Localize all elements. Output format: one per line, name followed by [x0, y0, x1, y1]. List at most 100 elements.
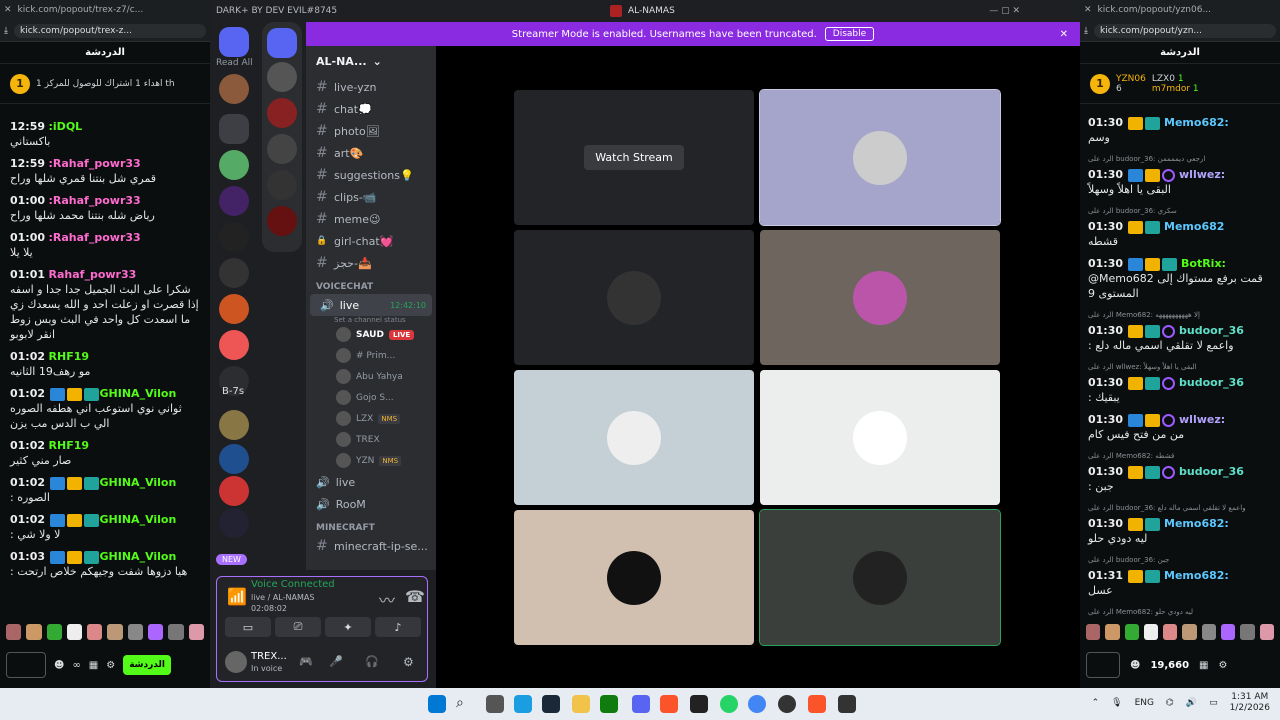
voice-user[interactable]: Abu Yahya — [306, 366, 436, 387]
settings-icon[interactable]: ⚙ — [1218, 660, 1227, 671]
app-icon[interactable] — [690, 695, 708, 713]
voice-user[interactable]: LZX NMS — [306, 408, 436, 429]
noise-suppression-icon[interactable]: 〰 — [379, 587, 395, 611]
app-icon[interactable] — [778, 695, 796, 713]
minecraft-category[interactable]: MINECRAFT — [306, 515, 436, 535]
message-user[interactable]: Rahaf_powr33 — [49, 268, 137, 281]
message-user[interactable]: GHINA_Vilon — [100, 550, 177, 563]
message-user[interactable]: :Rahaf_powr33 — [49, 231, 141, 244]
task-view-icon[interactable] — [486, 695, 504, 713]
screen-share-button[interactable]: ⎚ — [275, 617, 321, 637]
clock[interactable]: 1:31 AM 1/2/2026 — [1230, 692, 1270, 714]
voice-user[interactable]: # Prim... — [306, 345, 436, 366]
message-user[interactable]: :iDQL — [49, 120, 83, 133]
message-user[interactable]: GHINA_Vilon — [100, 476, 177, 489]
participant-tile[interactable] — [760, 370, 1000, 505]
message-user[interactable]: wllwez: — [1179, 168, 1225, 181]
xbox-icon[interactable] — [600, 695, 618, 713]
signal-icon[interactable]: 📶 — [227, 587, 247, 606]
server-avatar[interactable] — [267, 98, 297, 128]
reply-context[interactable]: الرد على Memo682: قشطه — [1088, 449, 1272, 464]
watch-stream-button[interactable]: Watch Stream — [584, 145, 684, 170]
camera-button[interactable]: ▭ — [225, 617, 271, 637]
mic-icon[interactable]: 🎙 — [1111, 698, 1122, 708]
message-user[interactable]: Memo682 — [1164, 220, 1224, 233]
channel-item[interactable]: # live-yzn — [306, 76, 436, 98]
emote-icon[interactable] — [6, 624, 22, 640]
message-user[interactable]: BotRix: — [1181, 257, 1226, 270]
start-icon[interactable] — [428, 695, 446, 713]
whatsapp-icon[interactable] — [720, 695, 738, 713]
brave-icon[interactable] — [660, 695, 678, 713]
server-avatar[interactable] — [267, 206, 297, 236]
message-user[interactable]: GHINA_Vilon — [100, 387, 177, 400]
emote-icon[interactable] — [87, 624, 103, 640]
emote-icon[interactable] — [1086, 624, 1101, 640]
server-avatar[interactable] — [219, 294, 249, 324]
server-header[interactable]: AL-NA... ⌄ — [306, 46, 436, 76]
disable-button[interactable]: Disable — [824, 27, 875, 41]
server-avatar[interactable] — [219, 222, 249, 252]
stream-tile[interactable]: Watch Stream — [514, 90, 754, 225]
channel-item[interactable]: # meme😉 — [306, 208, 436, 230]
chevron-up-icon[interactable]: ⌃ — [1092, 698, 1100, 708]
message-user[interactable]: RHF19 — [49, 350, 90, 363]
voice-location[interactable]: live / AL-NAMAS — [251, 593, 314, 602]
network-icon[interactable]: ⌬ — [1166, 698, 1174, 708]
reply-context[interactable]: الرد على Memo682: إلا ههههههههههه — [1088, 308, 1272, 323]
channel-item[interactable]: # clips-📹 — [306, 186, 436, 208]
game-icon[interactable]: 🎮 — [299, 655, 313, 668]
message-user[interactable]: RHF19 — [49, 439, 90, 452]
explorer-icon[interactable] — [572, 695, 590, 713]
brave-icon[interactable] — [808, 695, 826, 713]
volume-icon[interactable]: 🔊 — [1186, 698, 1197, 708]
reply-context[interactable]: الرد على budoor_36: سكري — [1088, 204, 1272, 219]
emote-icon[interactable] — [1201, 624, 1217, 640]
message-user[interactable]: Memo682: — [1164, 517, 1229, 530]
server-avatar[interactable] — [219, 444, 249, 474]
reply-context[interactable]: الرد على wllwez: البقى يا اهلاً وسهلاً — [1088, 360, 1272, 375]
emote-icon[interactable] — [1240, 624, 1255, 640]
send-chat-button[interactable]: الدردشة — [123, 655, 171, 675]
voice-channel-live[interactable]: 🔊 live 12:42:10 — [310, 294, 432, 316]
server-avatar[interactable] — [219, 74, 249, 104]
emote-icon[interactable] — [1221, 624, 1236, 640]
folder-icon[interactable] — [267, 28, 297, 58]
participant-tile[interactable] — [760, 230, 1000, 365]
emote-icon[interactable] — [188, 624, 204, 640]
tab-url[interactable]: kick.com/popout/yzn06... — [1098, 5, 1211, 15]
emote-icon[interactable] — [1259, 624, 1274, 640]
discord-icon[interactable] — [632, 695, 650, 713]
emote-icon[interactable] — [66, 624, 83, 640]
server-avatar[interactable] — [219, 258, 249, 288]
app-icon[interactable] — [838, 695, 856, 713]
emoji-icon[interactable]: ☻ — [1130, 660, 1140, 671]
language-indicator[interactable]: ENG — [1135, 698, 1154, 708]
message-user[interactable]: Memo682: — [1164, 116, 1229, 129]
server-label[interactable]: B-7s — [222, 386, 244, 397]
message-user[interactable]: GHINA_Vilon — [100, 513, 177, 526]
emote-icon[interactable] — [148, 624, 164, 640]
reply-context[interactable]: الرد على budoor_36: ارجعي ديممممن — [1088, 152, 1272, 167]
download-icon[interactable]: ⤓ — [1084, 26, 1088, 36]
download-icon[interactable]: ⤓ — [4, 26, 8, 36]
voice-channel-item[interactable]: 🔊 live — [306, 471, 436, 493]
message-user[interactable]: :Rahaf_powr33 — [49, 194, 141, 207]
emote-icon[interactable] — [1182, 624, 1197, 640]
discord-home-icon[interactable] — [219, 27, 249, 57]
emote-icon[interactable] — [26, 624, 42, 640]
server-avatar[interactable] — [219, 508, 249, 538]
read-all-button[interactable]: Read All — [216, 58, 253, 68]
channel-item[interactable]: # chat💭 — [306, 98, 436, 120]
message-user[interactable]: budoor_36 — [1179, 324, 1244, 337]
emote-icon[interactable] — [107, 624, 123, 640]
voice-user[interactable]: SAUD LIVE — [306, 324, 436, 345]
steam-icon[interactable] — [542, 695, 560, 713]
message-user[interactable]: Memo682: — [1164, 569, 1229, 582]
emoji-icon[interactable]: ☻ — [54, 660, 64, 671]
battery-icon[interactable]: ▭ — [1209, 698, 1218, 708]
close-icon[interactable]: ✕ — [4, 5, 12, 15]
participant-tile[interactable] — [514, 230, 754, 365]
emote-icon[interactable] — [1143, 624, 1159, 640]
server-avatar[interactable] — [219, 186, 249, 216]
